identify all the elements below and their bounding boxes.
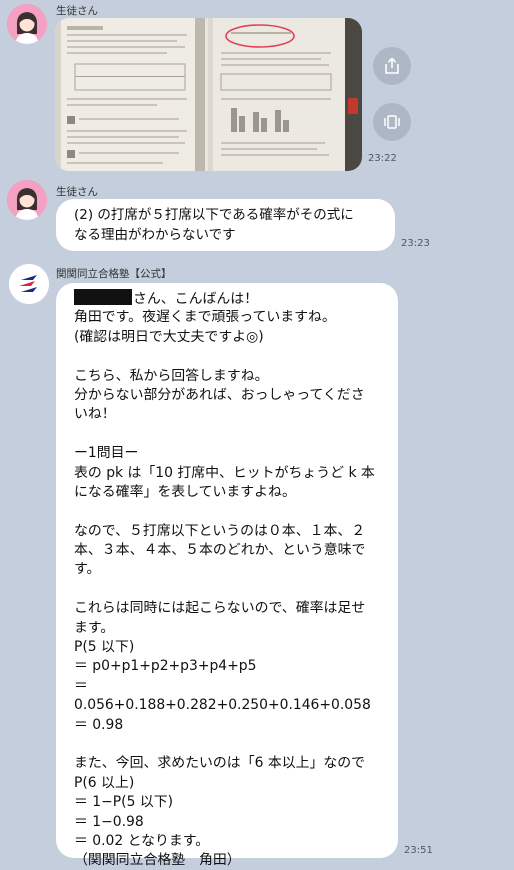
message-line: ー1問目ー [74,445,139,462]
photo-pair[interactable] [55,18,362,171]
message-line: 角田です。夜遅くまで頑張っていますね。 [74,309,336,326]
message-line: ＝ 1−P(5 以下) [74,794,174,811]
timestamp: 23:51 [404,845,433,856]
textbook-photos-image [55,18,362,171]
sender-name: 生徒さん [56,186,98,198]
school-logo-avatar[interactable] [9,264,49,304]
message-line: ＝ p0+p1+p2+p3+p4+p5 [74,658,257,675]
message-line: P(5 以下) [74,639,135,656]
sender-name: 生徒さん [56,5,98,17]
message-bubble[interactable]: (2) の打席が５打席以下である確率がその式に なる理由がわからないです [56,199,395,251]
greeting-text: さん、こんばんは！ [133,291,259,307]
student-avatar-icon [7,180,47,220]
message-line: になる確率」を表していますよね。 [74,483,296,500]
message-line: ＝ 0.98 [74,716,124,733]
school-logo-icon [9,264,49,304]
share-button[interactable] [373,47,411,85]
student-avatar[interactable] [7,4,47,44]
message-line: ＝ 0.02 となります。 [74,832,210,849]
message-line: 分からない部分があれば、おっしゃってくださ [74,386,365,403]
student-avatar-icon [7,4,47,44]
message-line: 0.056+0.188+0.282+0.250+0.146+0.058 [74,697,371,714]
message-line [74,347,390,366]
message-line: これらは同時には起こらないので、確率は足せ [74,600,366,617]
gallery-icon [384,115,400,129]
sender-name: 関関同立合格塾【公式】 [56,268,172,280]
timestamp: 23:23 [401,238,430,249]
message-line: （関関同立合格塾 角田） [74,852,241,869]
message-line: ます。 [74,619,115,636]
message-line: こちら、私から回答しますね。 [74,367,269,384]
gallery-button[interactable] [373,103,411,141]
message-line: (確認は明日で大丈夫ですよ◎) [74,328,264,345]
message-line: P(6 以上) [74,774,135,791]
message-bubble[interactable]: さん、こんばんは！ 角田です。夜遅くまで頑張っていますね。 (確認は明日で大丈夫… [56,283,398,868]
message-line: ＝ 1−0.98 [74,813,144,830]
greeting-line: さん、こんばんは！ [74,289,390,308]
message-line [74,502,390,521]
student-avatar[interactable] [7,180,47,220]
message-line: す。 [74,561,101,578]
message-line [74,735,390,754]
share-icon [385,57,399,74]
timestamp: 23:22 [368,153,397,164]
message-line [74,580,390,599]
message-text: (2) の打席が５打席以下である確率がその式に なる理由がわからないです [74,207,354,243]
message-line: 本、３本、４本、５本のどれか、という意味で [74,542,366,559]
redacted-name [74,289,132,305]
message-line: また、今回、求めたいのは「6 本以上」なので [74,755,366,772]
message-line [74,425,390,444]
message-line: なので、５打席以下というのは０本、１本、２ [74,522,366,539]
message-line: ＝ [74,677,88,694]
message-line: いね！ [74,406,116,423]
message-line: 表の pk は「10 打席中、ヒットがちょうど k 本 [74,464,375,481]
